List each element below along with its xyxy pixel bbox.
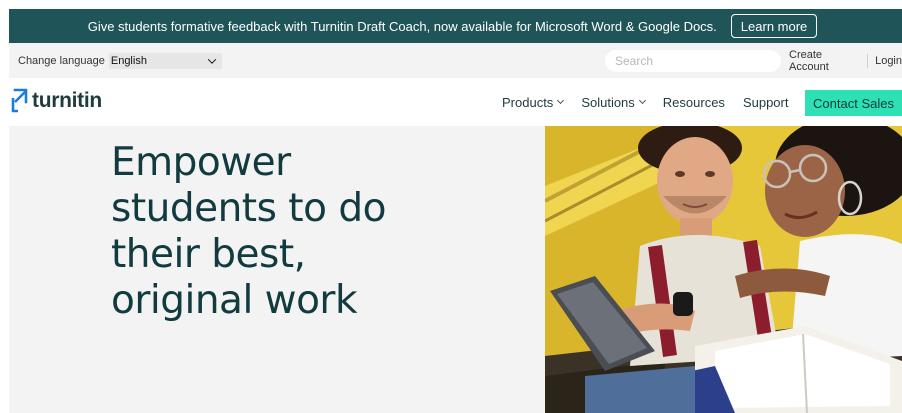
nav-item-label: Support [742,94,789,110]
language-selected-value: English [110,54,147,67]
page: Give students formative feedback with Tu… [0,0,902,413]
announcement-bar: Give students formative feedback with Tu… [9,9,902,43]
chevron-down-icon [207,54,217,64]
headline-line: students to do [111,186,386,231]
logo-text: turnitin [32,89,102,112]
turnitin-logo[interactable]: turnitin [11,88,102,114]
chevron-down-icon [638,96,646,105]
hero-photo [545,126,902,413]
hero-headline: Empower students to do their best, origi… [111,140,441,324]
create-account-link[interactable]: Create Account [789,49,860,73]
headline-line: Empower [111,140,291,185]
chevron-down-icon [557,96,565,105]
headline-line: their best, [111,232,306,277]
login-link[interactable]: Login [875,55,902,67]
hero-section: Empower students to do their best, origi… [9,126,545,413]
nav-item-label: Resources [662,94,725,110]
students-photo-illustration [545,126,902,413]
contact-sales-button[interactable]: Contact Sales [805,90,902,116]
account-links: Create Account Login [789,43,902,78]
nav-item-support[interactable]: Support [743,95,789,110]
divider [867,53,869,68]
announcement-text: Give students formative feedback with Tu… [87,18,717,34]
nav-item-label: Solutions [581,94,635,110]
language-select[interactable]: English [108,52,222,69]
headline-line: original work [111,278,358,323]
search-input[interactable] [605,50,781,72]
utility-bar: Change language English Create Account L… [9,43,902,78]
language-label: Change language [18,54,105,67]
nav-item-solutions[interactable]: Solutions [581,94,646,110]
turnitin-logo-icon [11,88,28,113]
learn-more-button[interactable]: Learn more [730,14,818,38]
nav-item-products[interactable]: Products [502,94,565,110]
nav-item-resources[interactable]: Resources [663,95,725,110]
main-nav: turnitin Products Solutions Resources Su… [9,78,902,126]
nav-links: Products Solutions Resources Support [502,78,806,126]
nav-item-label: Products [502,94,554,110]
